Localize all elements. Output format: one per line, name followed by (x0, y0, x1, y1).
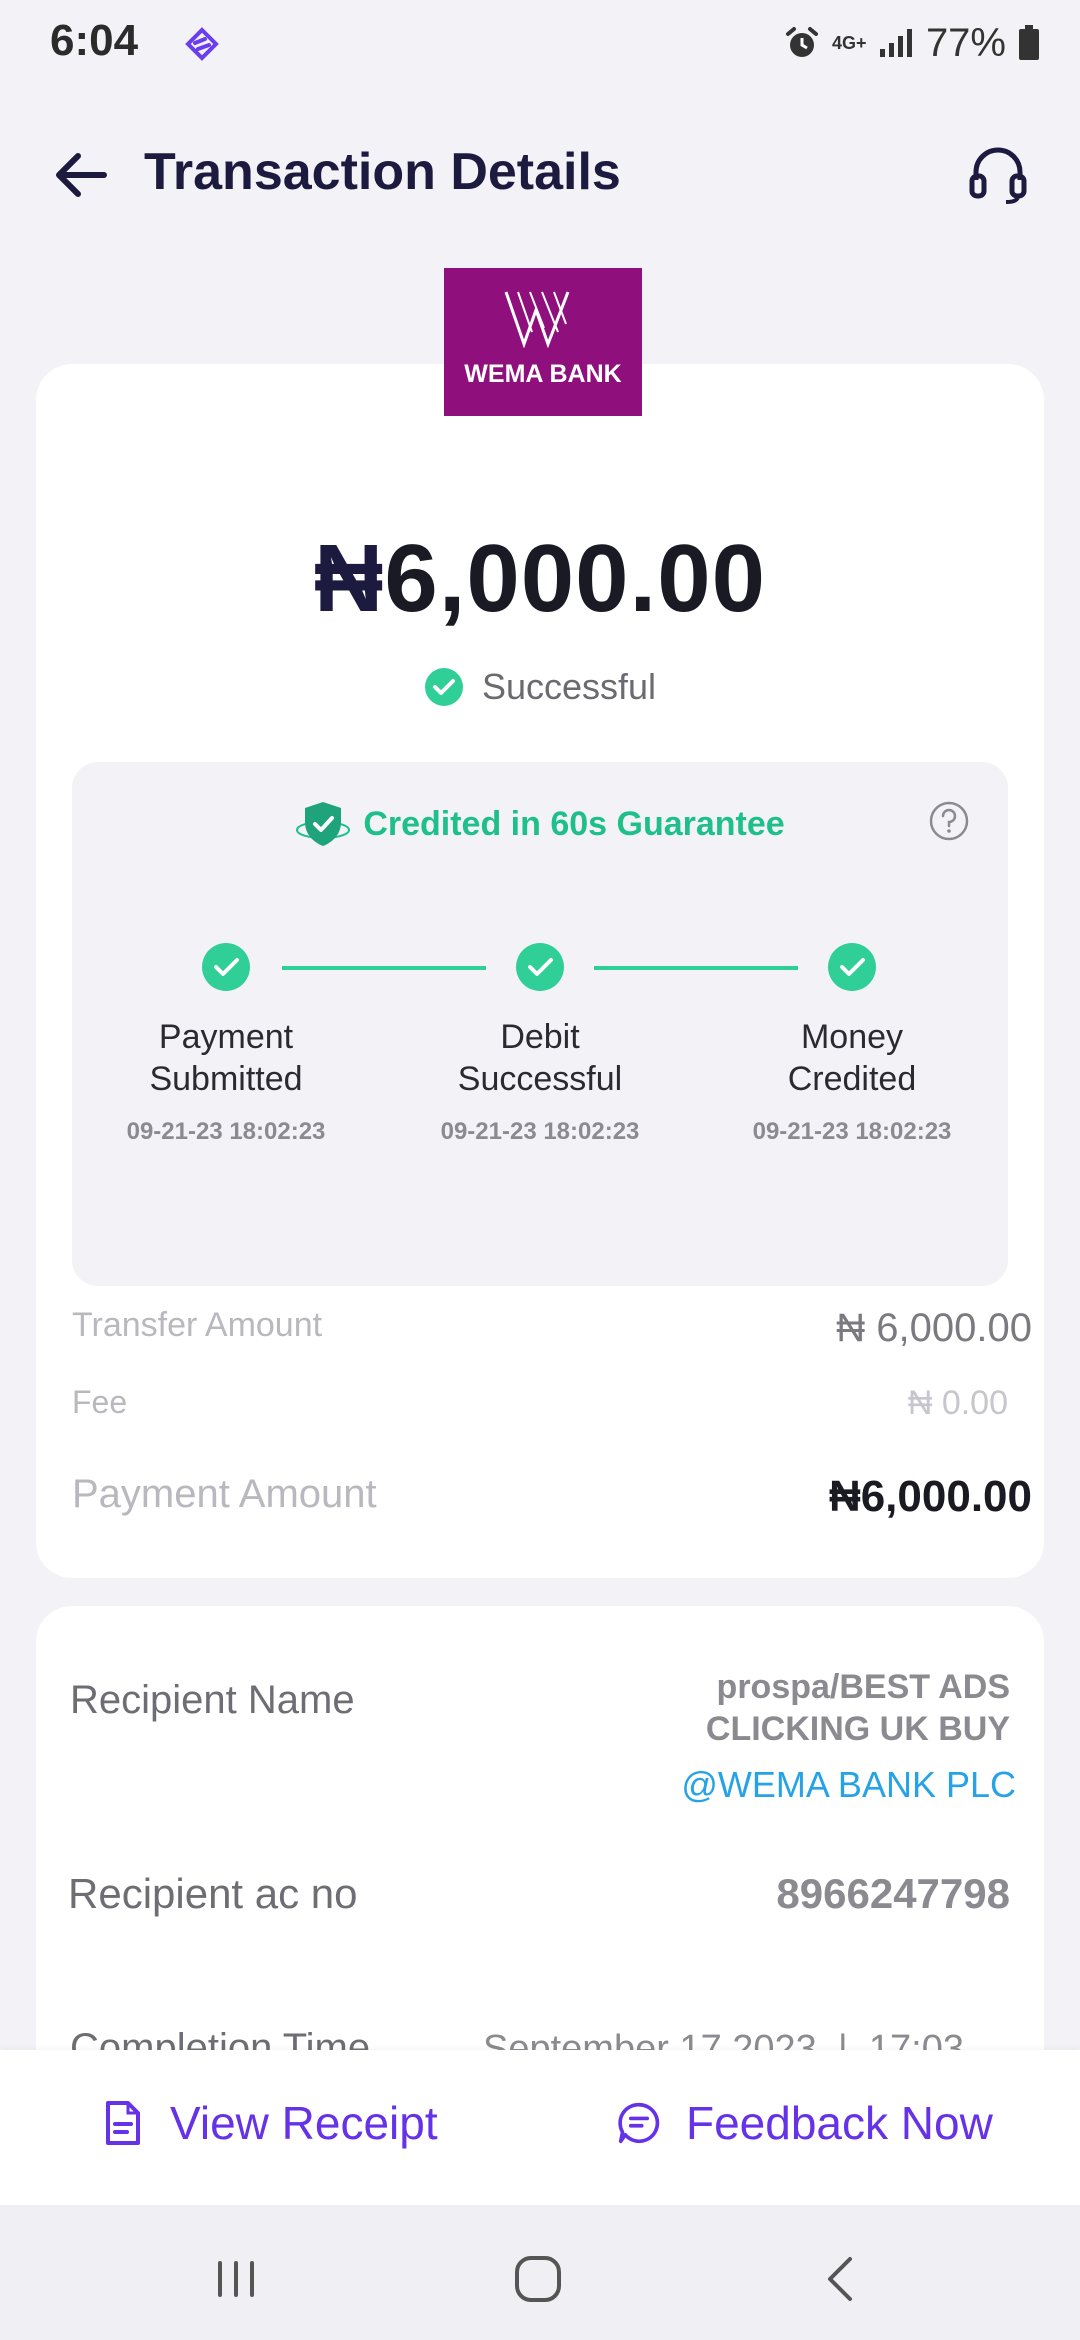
payment-amount-value: ₦6,000.00 (828, 1472, 1032, 1521)
feedback-now-label: Feedback Now (686, 2097, 993, 2149)
fee-row: Fee ₦ 0.00 (72, 1384, 1008, 1428)
alarm-icon (785, 27, 818, 57)
step-time: 09-21-23 18:02:23 (752, 1118, 952, 1145)
status-right: 4G+ 77% (784, 18, 1040, 68)
recipient-account-value: 8966247798 (776, 1870, 1010, 1917)
recents-icon[interactable] (206, 2249, 266, 2309)
chat-icon (618, 2102, 660, 2144)
transfer-amount-value: ₦ 6,000.00 (836, 1306, 1032, 1350)
progress-steps: Payment Submitted 09-21-23 18:02:23 Debit… (72, 942, 1008, 1242)
transaction-amount: ₦6,000.00 (36, 524, 1044, 634)
guarantee-panel: Credited in 60s Guarantee Payment Submitt… (72, 762, 1008, 1286)
payment-amount-label: Payment Amount (72, 1472, 377, 1516)
view-receipt-label: View Receipt (170, 2097, 438, 2149)
status-time: 6:04 (50, 16, 139, 65)
battery-percent: 77% (925, 20, 1006, 65)
feedback-now-button[interactable]: Feedback Now (618, 2096, 993, 2150)
recipient-name-label: Recipient Name (70, 1678, 355, 1722)
nav-back-icon[interactable] (812, 2249, 872, 2309)
step-debit-successful: Debit Successful 09-21-23 18:02:23 (390, 942, 690, 1146)
action-bar: View Receipt Feedback Now (0, 2050, 1080, 2205)
signal-icon (879, 29, 912, 57)
status-text: Successful (481, 666, 657, 707)
step-payment-submitted: Payment Submitted 09-21-23 18:02:23 (76, 942, 376, 1146)
view-receipt-button[interactable]: View Receipt (102, 2096, 438, 2150)
check-circle-icon (202, 943, 250, 991)
back-arrow-icon[interactable] (52, 148, 110, 202)
transfer-amount-label: Transfer Amount (72, 1306, 323, 1344)
transaction-details-screen: 6:04 4G+ 77% Transaction Details WEMA BA… (0, 0, 1080, 2340)
home-icon[interactable] (508, 2249, 568, 2309)
bank-logo-text: WEMA BANK (464, 360, 622, 388)
document-icon (106, 2101, 140, 2145)
fee-label: Fee (72, 1384, 128, 1420)
system-nav-bar (0, 2205, 1080, 2340)
step-time: 09-21-23 18:02:23 (126, 1118, 326, 1145)
check-circle-icon (424, 668, 463, 706)
step-label: Debit Successful (457, 1018, 623, 1098)
fee-value: ₦ 0.00 (907, 1384, 1008, 1422)
wema-logo-mark (504, 291, 570, 348)
check-circle-icon (516, 943, 564, 991)
step-label: Payment Submitted (149, 1018, 303, 1098)
check-circle-icon (828, 943, 876, 991)
battery-icon (1019, 25, 1039, 60)
help-circle-icon[interactable] (928, 800, 970, 842)
payment-amount-row: Payment Amount ₦6,000.00 (72, 1472, 1032, 1528)
amount-value: 6,000.00 (384, 525, 766, 632)
transaction-status: Successful (36, 666, 1044, 708)
status-bar: 6:04 4G+ 77% (0, 0, 1080, 90)
currency-symbol: ₦ (313, 525, 385, 632)
step-money-credited: Money Credited 09-21-23 18:02:23 (702, 942, 1002, 1146)
bank-logo: WEMA BANK (444, 268, 642, 416)
headset-icon[interactable] (966, 142, 1030, 206)
page-title: Transaction Details (144, 143, 621, 201)
transfer-amount-row: Transfer Amount ₦ 6,000.00 (72, 1306, 1032, 1356)
recipient-account-label: Recipient ac no (68, 1870, 358, 1917)
app-header: Transaction Details (0, 120, 1080, 230)
network-type: 4G+ (831, 33, 867, 53)
app-notification-icon (185, 27, 219, 61)
step-time: 09-21-23 18:02:23 (440, 1118, 640, 1145)
recipient-name-value: prospa/BEST ADS CLICKING UK BUY (705, 1668, 1010, 1748)
recipient-bank: @WEMA BANK PLC (681, 1764, 1016, 1805)
guarantee-title: Credited in 60s Guarantee (363, 804, 785, 843)
shield-check-icon (296, 802, 351, 846)
transaction-summary-card: ₦6,000.00 Successful Credited in 60s Gua… (36, 364, 1044, 1578)
guarantee-header: Credited in 60s Guarantee (72, 800, 1008, 848)
step-label: Money Credited (787, 1018, 917, 1098)
